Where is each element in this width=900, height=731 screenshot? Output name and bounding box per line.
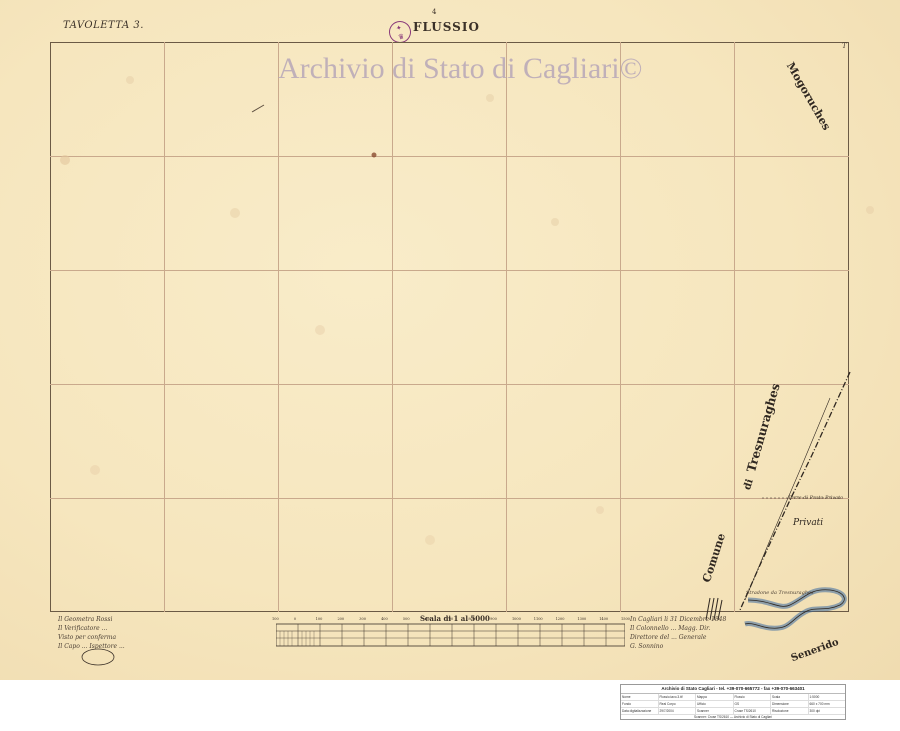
info-cell: Scanner bbox=[696, 708, 734, 714]
info-cell: 660 x 700 mm bbox=[809, 702, 830, 706]
scale-tick-label: 1400 bbox=[599, 617, 609, 621]
info-cell: Risoluzione bbox=[771, 708, 809, 714]
scale-tick-label: 700 bbox=[446, 617, 454, 621]
info-row: Nome Flussio.tavo.3.tif Mappa Flussio Sc… bbox=[621, 694, 845, 701]
map-features bbox=[705, 371, 851, 631]
scale-tick-label: 0 bbox=[293, 617, 297, 621]
scale-tick-label: 200 bbox=[337, 617, 345, 621]
info-cell: Flussio bbox=[734, 694, 771, 700]
scale-tick-label: 800 bbox=[468, 617, 475, 621]
info-cell: Fondo bbox=[621, 701, 659, 707]
note-terre: Terre di Prato Privato bbox=[788, 495, 844, 501]
right-signature-block: In Cagliari li 31 Dicembre 1848 Il Colon… bbox=[630, 615, 740, 665]
scale-tick-label: 100 bbox=[315, 617, 323, 621]
scale-tick-label: 400 bbox=[381, 617, 388, 621]
scale-tick-label: 100 bbox=[272, 617, 279, 621]
archive-info-card: Archivio di Stato Cagliari - tel. +39-07… bbox=[620, 684, 846, 720]
scale-tick-label: 1000 bbox=[511, 617, 521, 621]
scale-tick-labels: 100 0 100 200 300 400 500 600 700 800 900 1000 1100 1… bbox=[272, 617, 630, 623]
place-label-privati: Privati bbox=[793, 518, 824, 528]
scale-tick-label: 500 bbox=[402, 617, 410, 621]
info-cell: Dimensione bbox=[771, 701, 809, 707]
scale-tick-label: 1200 bbox=[555, 617, 565, 621]
info-cell: Mappa bbox=[696, 694, 734, 700]
scale-tick-label: 1500 bbox=[621, 617, 630, 621]
corner-mark: T bbox=[842, 42, 847, 50]
signature-line: Il Geometra Rossi bbox=[58, 616, 113, 623]
info-cell: Cruse TS/2610 bbox=[734, 708, 771, 714]
info-row: Fondo Real Corpo Ufficio GS Dimensione 6… bbox=[621, 701, 845, 708]
info-cell: 1:5000 bbox=[809, 695, 820, 699]
signature-line: Il Verificatore ... bbox=[58, 625, 108, 632]
info-cell: Data digitalizzazione bbox=[621, 708, 659, 714]
info-cell: 300 dpi bbox=[809, 709, 820, 713]
note-stradone: Stradone da Tresnuraghes bbox=[746, 590, 814, 596]
scale-bar bbox=[276, 623, 625, 647]
signature-line: Il Colonnello ... Magg. Dir. bbox=[630, 625, 711, 632]
signature-line: Direttore del ... Generale bbox=[630, 634, 707, 641]
info-cell: GS bbox=[734, 701, 771, 707]
flourish-signature bbox=[81, 648, 115, 666]
info-cell: Scala bbox=[771, 694, 809, 700]
info-row: Data digitalizzazione 29/7/2004 Scanner … bbox=[621, 708, 845, 715]
map-sheet: TAVOLETTA 3. 4 ✦ ♛ FLUSSIO Archivio di St… bbox=[0, 0, 900, 680]
info-cell: Nome bbox=[621, 694, 659, 700]
info-cell: Ufficio bbox=[696, 701, 734, 707]
signature-line: In Cagliari li 31 Dicembre 1848 bbox=[630, 616, 727, 623]
scale-tick-label: 1300 bbox=[577, 617, 587, 621]
scale-tick-label: 900 bbox=[490, 617, 497, 621]
comune-boundary bbox=[739, 371, 851, 611]
info-cell: Flussio.tavo.3.tif bbox=[659, 694, 696, 700]
signature-line: Visto per conferma bbox=[58, 634, 117, 641]
archive-info-note: Scanner: Cruse TS/2610 — Archivio di Sta… bbox=[694, 715, 772, 719]
scale-tick-label: 600 bbox=[424, 617, 432, 621]
info-cell: Real Corpo bbox=[659, 701, 696, 707]
signature-line: G. Sonnino bbox=[630, 643, 664, 650]
archive-info-title: Archivio di Stato Cagliari - tel. +39-07… bbox=[621, 685, 845, 694]
scale-tick-label: 300 bbox=[359, 617, 366, 621]
scale-tick-label: 1100 bbox=[533, 617, 543, 621]
info-cell: 29/7/2004 bbox=[659, 708, 696, 714]
